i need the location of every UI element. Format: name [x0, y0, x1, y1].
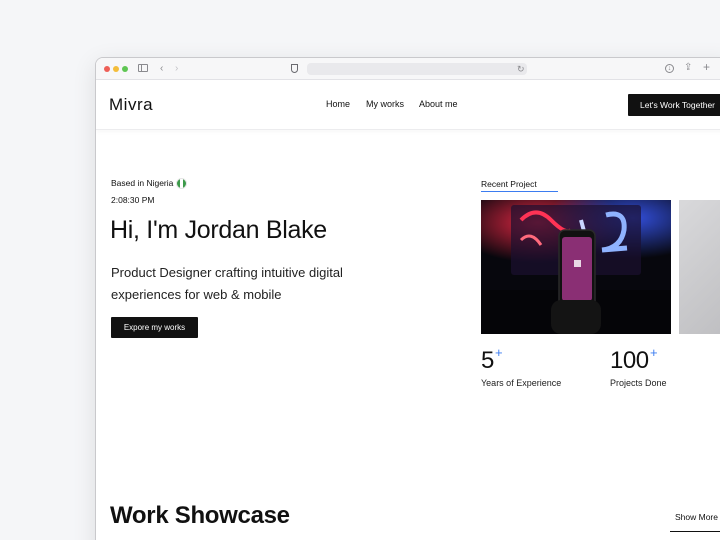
browser-toolbar: ‹ › ↻ ↓ ⇪ +	[96, 58, 720, 80]
work-showcase-title: Work Showcase	[110, 502, 290, 529]
years-experience-plus: +	[495, 345, 503, 360]
download-icon[interactable]: ↓	[665, 64, 674, 73]
projects-done-plus: +	[650, 345, 658, 360]
recent-project-underline	[481, 191, 558, 192]
nav-about-me[interactable]: About me	[419, 99, 458, 109]
location-text: Based in Nigeria	[111, 178, 174, 188]
nigeria-flag-icon	[176, 178, 187, 189]
maximize-window-button[interactable]	[122, 66, 128, 72]
projects-done-label: Projects Done	[610, 378, 667, 388]
years-experience-value: 5	[481, 347, 494, 374]
reload-icon[interactable]: ↻	[517, 62, 525, 76]
address-bar[interactable]	[307, 63, 527, 75]
neon-phone-photo	[481, 200, 671, 334]
browser-window: ‹ › ↻ ↓ ⇪ + Mivra Home My works About me…	[95, 57, 720, 540]
share-icon[interactable]: ⇪	[684, 61, 692, 75]
local-time: 2:08:30 PM	[111, 195, 155, 205]
plus-icon[interactable]: +	[703, 60, 710, 74]
lets-work-together-button[interactable]: Let's Work Together	[628, 94, 720, 116]
years-experience-label: Years of Experience	[481, 378, 562, 388]
chevron-left-icon[interactable]: ‹	[160, 62, 163, 76]
explore-works-button[interactable]: Expore my works	[111, 317, 198, 338]
shield-icon[interactable]	[291, 64, 298, 73]
hero-headline: Hi, I'm Jordan Blake	[110, 216, 327, 244]
projects-done-value: 100	[610, 347, 649, 374]
chevron-right-icon[interactable]: ›	[175, 62, 178, 76]
minimize-window-button[interactable]	[113, 66, 119, 72]
nav-home[interactable]: Home	[326, 99, 350, 109]
logo[interactable]: Mivra	[109, 95, 153, 115]
recent-project-label: Recent Project	[481, 179, 537, 189]
recent-project-image[interactable]	[481, 200, 671, 334]
close-window-button[interactable]	[104, 66, 110, 72]
site-header: Mivra Home My works About me Let's Work …	[96, 80, 720, 130]
sidebar-toggle-icon[interactable]	[138, 64, 148, 72]
nav-my-works[interactable]: My works	[366, 99, 404, 109]
show-more-button[interactable]: Show More	[670, 506, 720, 532]
hero-subheadline: Product Designer crafting intuitive digi…	[111, 265, 343, 302]
next-project-image[interactable]	[679, 200, 720, 334]
